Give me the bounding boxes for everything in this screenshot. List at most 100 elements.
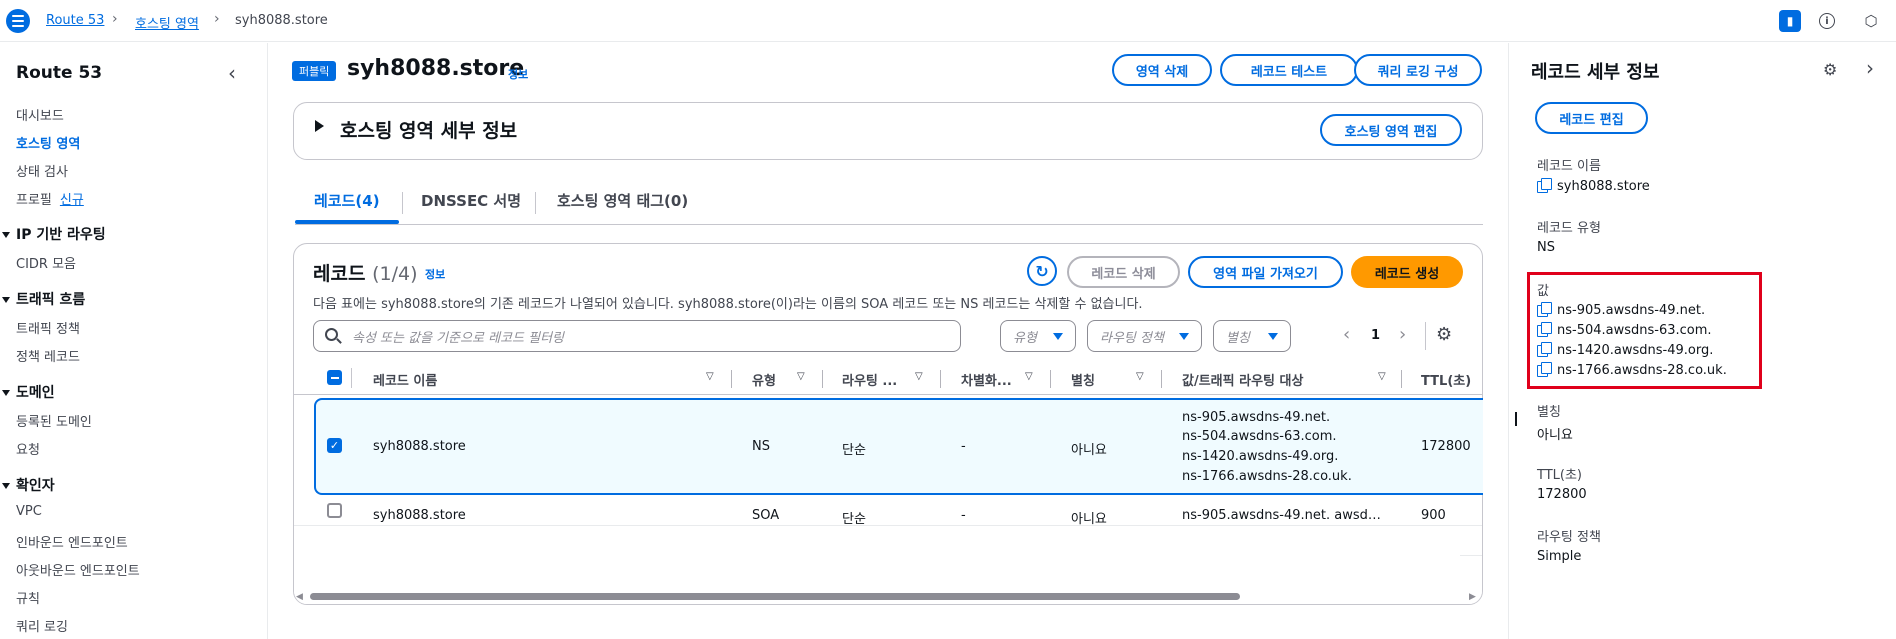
tab-tags[interactable]: 호스팅 영역 태그(0) xyxy=(557,190,688,211)
sidebar-item-cidr[interactable]: CIDR 모음 xyxy=(16,253,76,272)
sidebar-item-rules[interactable]: 규칙 xyxy=(16,588,40,607)
menu-icon[interactable] xyxy=(6,9,30,33)
create-record-button[interactable]: 레코드 생성 xyxy=(1351,256,1463,288)
info-icon[interactable]: i xyxy=(1819,13,1835,29)
table-settings-icon[interactable]: ⚙ xyxy=(1436,324,1452,345)
type-filter-dropdown[interactable]: 유형 xyxy=(1000,320,1076,352)
prev-page-icon[interactable]: ‹ xyxy=(1343,324,1350,345)
scroll-left-icon[interactable]: ◀ xyxy=(296,592,303,602)
page-number[interactable]: 1 xyxy=(1371,328,1380,343)
col-resizer[interactable] xyxy=(731,370,732,388)
sort-icon[interactable]: ▽ xyxy=(1378,371,1386,382)
col-resizer[interactable] xyxy=(1401,370,1402,388)
new-badge: 신규 xyxy=(59,193,84,208)
query-logging-button[interactable]: 쿼리 로깅 구성 xyxy=(1354,54,1482,86)
info-link[interactable]: 정보 xyxy=(508,66,528,82)
scroll-right-icon[interactable]: ▶ xyxy=(1469,592,1476,602)
hosted-zone-details-title[interactable]: 호스팅 영역 세부 정보 xyxy=(340,116,517,143)
sidebar-item-hosted-zones[interactable]: 호스팅 영역 xyxy=(16,133,80,152)
routing-policy-dropdown[interactable]: 라우팅 정책 xyxy=(1087,320,1202,352)
sort-icon[interactable]: ▽ xyxy=(797,371,805,382)
sidebar-item-dashboard[interactable]: 대시보드 xyxy=(16,105,64,124)
breadcrumb-hosted-zones[interactable]: 호스팅 영역 xyxy=(135,13,199,32)
col-header-routing[interactable]: 라우팅 ... xyxy=(842,370,897,389)
col-resizer[interactable] xyxy=(822,370,823,388)
sidebar-item-vpc[interactable]: VPC xyxy=(16,504,42,519)
collapse-sidebar-icon[interactable]: ‹ xyxy=(228,61,236,85)
edit-hosted-zone-button[interactable]: 호스팅 영역 편집 xyxy=(1320,114,1462,146)
records-info-link[interactable]: 정보 xyxy=(425,266,445,282)
tab-dnssec[interactable]: DNSSEC 서명 xyxy=(421,190,521,211)
row-checkbox-checked[interactable]: ✓ xyxy=(327,438,342,453)
value-item: ns-1766.awsdns-28.co.uk. xyxy=(1537,362,1727,378)
pagination-divider xyxy=(1425,322,1426,350)
import-zone-file-button[interactable]: 영역 파일 가져오기 xyxy=(1188,256,1343,288)
sidebar-item-registered-domains[interactable]: 등록된 도메인 xyxy=(16,411,92,430)
col-header-type[interactable]: 유형 xyxy=(752,370,776,389)
col-header-ttl[interactable]: TTL(초) xyxy=(1421,370,1471,389)
refresh-icon[interactable]: ↻ xyxy=(1027,256,1057,286)
sidebar-section-traffic-flow[interactable]: 트래픽 흐름 xyxy=(0,289,85,309)
section-title: 확인자 xyxy=(16,478,55,494)
cell-record-name: syh8088.store xyxy=(373,439,466,454)
sort-icon[interactable]: ▽ xyxy=(706,371,714,382)
copy-icon[interactable] xyxy=(1537,322,1552,337)
sort-icon[interactable]: ▽ xyxy=(1136,371,1144,382)
alias-label: 별칭 xyxy=(1537,405,1561,420)
col-resizer[interactable] xyxy=(1050,370,1051,388)
value-item: ns-905.awsdns-49.net. xyxy=(1537,302,1705,318)
caret-down-icon xyxy=(2,483,10,489)
sidebar-item-requests[interactable]: 요청 xyxy=(16,439,40,458)
cell-value-line: ns-905.awsdns-49.net. xyxy=(1182,410,1331,425)
sidebar-section-resolver[interactable]: 확인자 xyxy=(0,475,55,495)
sidebar: Route 53 ‹ 대시보드 호스팅 영역 상태 검사 프로필 신규 IP 기반… xyxy=(0,43,268,639)
tab-records[interactable]: 레코드(4) xyxy=(314,190,380,211)
breadcrumb-route53[interactable]: Route 53 xyxy=(46,13,104,28)
col-resizer[interactable] xyxy=(940,370,941,388)
copy-icon[interactable] xyxy=(1537,342,1552,357)
settings-hex-icon[interactable]: ⬡ xyxy=(1860,10,1882,32)
sidebar-item-traffic-policy[interactable]: 트래픽 정책 xyxy=(16,318,80,337)
sort-icon[interactable]: ▽ xyxy=(1025,371,1033,382)
cell-ttl: 900 xyxy=(1421,508,1446,523)
copy-icon[interactable] xyxy=(1537,302,1552,317)
sidebar-item-inbound-endpoints[interactable]: 인바운드 엔드포인트 xyxy=(16,532,128,551)
sidebar-item-profiles[interactable]: 프로필 신규 xyxy=(16,189,84,208)
records-filter-input[interactable]: 속성 또는 값을 기준으로 레코드 필터링 xyxy=(313,320,961,352)
panel-resize-handle[interactable] xyxy=(1515,412,1517,426)
cell-routing: 단순 xyxy=(842,443,866,458)
top-navigation-bar: Route 53 › 호스팅 영역 › syh8088.store ▮ i ⬡ xyxy=(0,0,1896,42)
settings-icon[interactable]: ⚙ xyxy=(1823,60,1837,79)
cell-ttl: 172800 xyxy=(1421,439,1471,454)
col-header-differentiator[interactable]: 차별화... xyxy=(961,370,1012,389)
sidebar-item-query-logging[interactable]: 쿼리 로깅 xyxy=(16,616,68,635)
sidebar-item-outbound-endpoints[interactable]: 아웃바운드 엔드포인트 xyxy=(16,560,140,579)
delete-record-button[interactable]: 레코드 삭제 xyxy=(1067,256,1180,288)
minus-icon xyxy=(330,376,339,379)
chevron-right-icon[interactable]: › xyxy=(1866,56,1874,80)
test-record-button[interactable]: 레코드 테스트 xyxy=(1220,54,1358,86)
col-header-record-name[interactable]: 레코드 이름 xyxy=(373,370,437,389)
ttl-value: 172800 xyxy=(1537,487,1587,502)
sidebar-item-policy-records[interactable]: 정책 레코드 xyxy=(16,346,80,365)
sort-icon[interactable]: ▽ xyxy=(915,371,923,382)
edit-record-button[interactable]: 레코드 편집 xyxy=(1535,102,1648,134)
sidebar-section-ip-routing[interactable]: IP 기반 라우팅 xyxy=(0,224,106,244)
section-title: 도메인 xyxy=(16,385,55,401)
col-header-alias[interactable]: 별칭 xyxy=(1071,370,1095,389)
delete-zone-button[interactable]: 영역 삭제 xyxy=(1112,54,1212,86)
select-all-checkbox[interactable] xyxy=(327,370,342,385)
alias-filter-dropdown[interactable]: 별칭 xyxy=(1213,320,1291,352)
horizontal-scrollbar-thumb[interactable] xyxy=(310,593,1240,600)
next-page-icon[interactable]: › xyxy=(1399,324,1406,345)
col-header-value[interactable]: 값/트래픽 라우팅 대상 xyxy=(1182,370,1303,389)
copy-icon[interactable] xyxy=(1537,362,1552,377)
col-resizer[interactable] xyxy=(1161,370,1162,388)
sidebar-section-domains[interactable]: 도메인 xyxy=(0,382,55,402)
copy-icon[interactable] xyxy=(1537,178,1552,193)
panel-toggle-icon[interactable]: ▮ xyxy=(1779,10,1801,32)
sidebar-item-health-checks[interactable]: 상태 검사 xyxy=(16,161,68,180)
expand-caret-icon[interactable] xyxy=(315,120,324,132)
caret-down-icon xyxy=(2,297,10,303)
row-checkbox[interactable] xyxy=(327,503,342,518)
